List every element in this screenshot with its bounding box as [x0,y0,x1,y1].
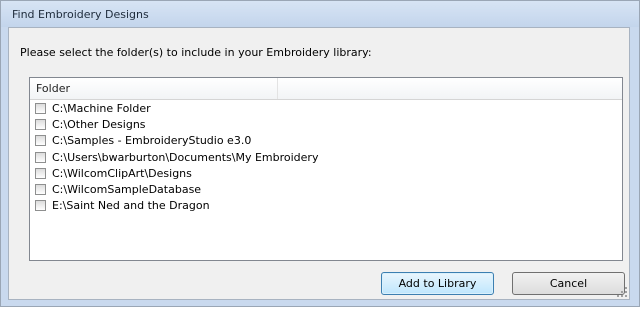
folder-path: E:\Saint Ned and the Dragon [52,199,210,213]
title-bar[interactable]: Find Embroidery Designs [1,1,639,27]
dialog-body: Please select the folder(s) to include i… [8,27,630,300]
list-item[interactable]: C:\Samples - EmbroideryStudio e3.0 [30,133,622,149]
dialog-window: Find Embroidery Designs Please select th… [0,0,640,307]
cancel-button[interactable]: Cancel [512,272,625,295]
folder-checkbox[interactable] [35,135,46,147]
folder-rows: C:\Machine Folder C:\Other Designs C:\Sa… [30,101,622,214]
folder-path: C:\Other Designs [52,118,146,132]
folder-checkbox[interactable] [35,119,46,131]
folder-path: C:\Users\bwarburton\Documents\My Embroid… [52,150,319,164]
list-item[interactable]: C:\WilcomClipArt\Designs [30,166,622,182]
list-item[interactable]: C:\Other Designs [30,117,622,133]
list-header: Folder [30,78,622,100]
dialog-title: Find Embroidery Designs [12,8,149,21]
folder-path: C:\WilcomSampleDatabase [52,182,202,196]
folder-path: C:\Samples - EmbroideryStudio e3.0 [52,134,252,148]
list-item[interactable]: C:\WilcomSampleDatabase [30,182,622,198]
folder-path: C:\WilcomClipArt\Designs [52,166,192,180]
folder-checkbox[interactable] [35,151,46,163]
folder-path: C:\Machine Folder [52,102,151,115]
list-item[interactable]: E:\Saint Ned and the Dragon [30,198,622,214]
folder-list[interactable]: Folder C:\Machine Folder C:\Other Design… [29,77,623,261]
list-item[interactable]: C:\Users\bwarburton\Documents\My Embroid… [30,150,622,166]
instruction-text: Please select the folder(s) to include i… [20,46,372,59]
folder-checkbox[interactable] [35,103,46,114]
folder-column-header[interactable]: Folder [30,78,278,99]
folder-checkbox[interactable] [35,167,46,179]
list-item[interactable]: C:\Machine Folder [30,101,622,117]
add-to-library-button[interactable]: Add to Library [381,272,494,295]
folder-column-label: Folder [36,82,70,95]
folder-checkbox[interactable] [35,183,46,195]
resize-grip-icon[interactable] [617,287,627,297]
folder-checkbox[interactable] [35,200,46,212]
